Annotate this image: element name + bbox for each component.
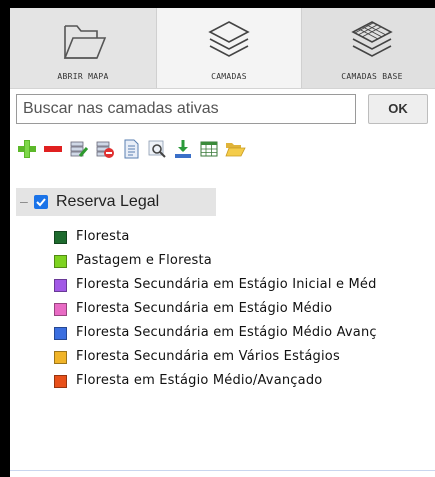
table-icon[interactable] bbox=[198, 138, 220, 160]
legend-swatch bbox=[54, 375, 67, 388]
layers-label: CAMADAS bbox=[211, 72, 247, 81]
legend-swatch bbox=[54, 279, 67, 292]
zoom-layer-icon[interactable] bbox=[146, 138, 168, 160]
folder-icon bbox=[63, 25, 107, 59]
legend-label: Pastagem e Floresta bbox=[76, 253, 212, 268]
layers-icon bbox=[208, 21, 250, 57]
add-icon[interactable] bbox=[16, 138, 38, 160]
legend-label: Floresta Secundária em Estágio Inicial e… bbox=[76, 277, 377, 292]
divider bbox=[10, 470, 435, 471]
layer-tools-toolbar bbox=[16, 138, 376, 160]
document-icon[interactable] bbox=[120, 138, 142, 160]
layer-remove-icon[interactable] bbox=[94, 138, 116, 160]
legend-swatch bbox=[54, 327, 67, 340]
open-map-button[interactable]: ABRIR MAPA bbox=[10, 8, 157, 88]
layer-edit-icon[interactable] bbox=[68, 138, 90, 160]
legend-swatch bbox=[54, 255, 67, 268]
search-input[interactable] bbox=[16, 94, 356, 124]
folder-open-icon[interactable] bbox=[224, 138, 246, 160]
layer-group-reserva-legal[interactable]: – Reserva Legal bbox=[16, 188, 216, 216]
remove-icon[interactable] bbox=[42, 138, 64, 160]
legend-label: Floresta em Estágio Médio/Avançado bbox=[76, 373, 323, 388]
legend-label: Floresta bbox=[76, 229, 130, 244]
layers-panel: ABRIR MAPA CAMADAS CAMADAS BASE OK bbox=[10, 8, 435, 477]
legend-swatch bbox=[54, 231, 67, 244]
ok-button[interactable]: OK bbox=[368, 94, 428, 124]
group-label: Reserva Legal bbox=[56, 193, 160, 210]
group-checkbox[interactable] bbox=[34, 195, 48, 209]
legend-label: Floresta Secundária em Estágio Médio Ava… bbox=[76, 325, 377, 340]
top-toolbar: ABRIR MAPA CAMADAS CAMADAS BASE bbox=[10, 8, 435, 89]
legend-swatch bbox=[54, 351, 67, 364]
download-icon[interactable] bbox=[172, 138, 194, 160]
legend-label: Floresta Secundária em Vários Estágios bbox=[76, 349, 340, 364]
layers-button[interactable]: CAMADAS bbox=[157, 8, 302, 88]
base-layers-label: CAMADAS BASE bbox=[341, 72, 403, 81]
legend-label: Floresta Secundária em Estágio Médio bbox=[76, 301, 333, 316]
base-layers-icon bbox=[351, 21, 393, 57]
collapse-toggle[interactable]: – bbox=[20, 194, 30, 208]
checkmark-icon bbox=[36, 198, 46, 207]
base-layers-button[interactable]: CAMADAS BASE bbox=[302, 8, 435, 88]
legend-swatch bbox=[54, 303, 67, 316]
open-map-label: ABRIR MAPA bbox=[57, 72, 109, 81]
